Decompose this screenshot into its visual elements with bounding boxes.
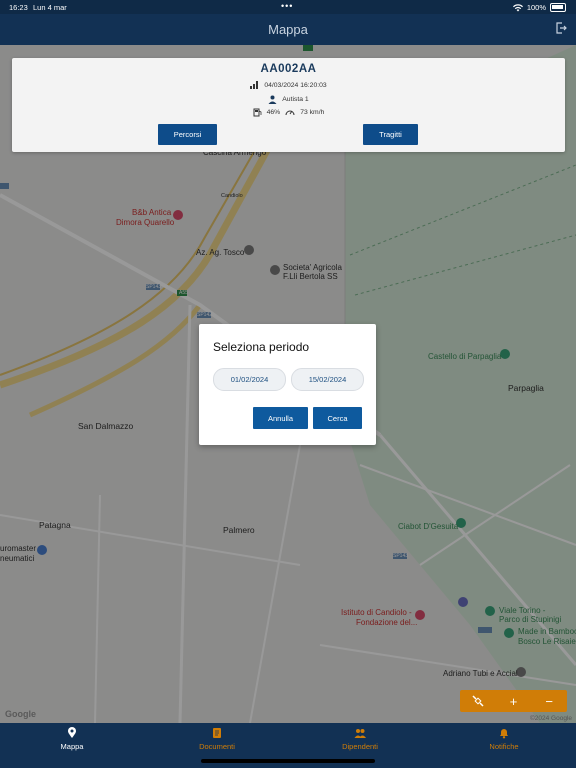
- map-copyright: ©2024 Google: [529, 715, 572, 722]
- date-from-field[interactable]: 01/02/2024: [213, 368, 286, 391]
- status-time: 16:23: [9, 3, 28, 12]
- status-right: 100%: [512, 3, 566, 12]
- map-controls: + −: [460, 690, 567, 712]
- dialog-title: Seleziona periodo: [213, 340, 310, 354]
- multitask-dots[interactable]: •••: [281, 1, 293, 11]
- vehicle-plate: AA002AA: [260, 63, 317, 75]
- date-to-field[interactable]: 15/02/2024: [291, 368, 364, 391]
- person-icon: [268, 95, 277, 104]
- vehicle-fuel: 46%: [266, 109, 281, 116]
- signal-bars-icon: [250, 81, 259, 89]
- zoom-in-button[interactable]: +: [496, 690, 532, 712]
- vehicle-card: AA002AA 04/03/2024 16:20:03 Autista 1 46…: [12, 58, 565, 152]
- status-bar: 16:23 Lun 4 mar ••• 100%: [0, 0, 576, 14]
- logout-icon[interactable]: [555, 22, 567, 34]
- tab-mappa-label: Mappa: [60, 742, 84, 751]
- vehicle-driver: Autista 1: [282, 96, 309, 103]
- bell-icon: [500, 729, 508, 739]
- timestamp-row: 04/03/2024 16:20:03: [12, 81, 565, 89]
- tab-documenti[interactable]: Documenti: [167, 727, 267, 751]
- document-icon: [213, 728, 221, 738]
- period-dialog: Seleziona periodo 01/02/2024 15/02/2024 …: [199, 324, 376, 445]
- speedometer-icon: [285, 110, 295, 116]
- tragitti-button[interactable]: Tragitti: [363, 124, 418, 145]
- tab-notifiche-label: Notifiche: [489, 742, 519, 751]
- layers-button[interactable]: [460, 690, 496, 712]
- map-pin-icon: [68, 727, 76, 738]
- cancel-button[interactable]: Annulla: [253, 407, 308, 429]
- page-title: Mappa: [268, 22, 308, 37]
- driver-row: Autista 1: [12, 95, 565, 104]
- percorsi-button[interactable]: Percorsi: [158, 124, 217, 145]
- battery-icon: [550, 3, 566, 12]
- tab-dipendenti-label: Dipendenti: [342, 742, 378, 751]
- tab-dipendenti[interactable]: Dipendenti: [310, 727, 410, 751]
- google-logo: Google: [5, 709, 36, 719]
- tab-notifiche[interactable]: Notifiche: [454, 727, 554, 751]
- zoom-out-button[interactable]: −: [531, 690, 567, 712]
- satellite-icon: [472, 695, 484, 707]
- nav-bar: Mappa: [0, 14, 576, 45]
- search-button[interactable]: Cerca: [313, 407, 362, 429]
- vehicle-timestamp: 04/03/2024 16:20:03: [264, 81, 327, 89]
- wifi-icon: [512, 3, 523, 11]
- status-date: Lun 4 mar: [33, 3, 67, 12]
- vehicle-speed: 73 km/h: [300, 109, 325, 116]
- people-icon: [354, 729, 366, 738]
- battery-text: 100%: [526, 3, 546, 12]
- tab-documenti-label: Documenti: [199, 742, 235, 751]
- fuel-pump-icon: [253, 108, 261, 117]
- home-indicator[interactable]: [201, 759, 375, 763]
- tab-mappa[interactable]: Mappa: [22, 727, 122, 751]
- metrics-row: 46% 73 km/h: [12, 108, 565, 117]
